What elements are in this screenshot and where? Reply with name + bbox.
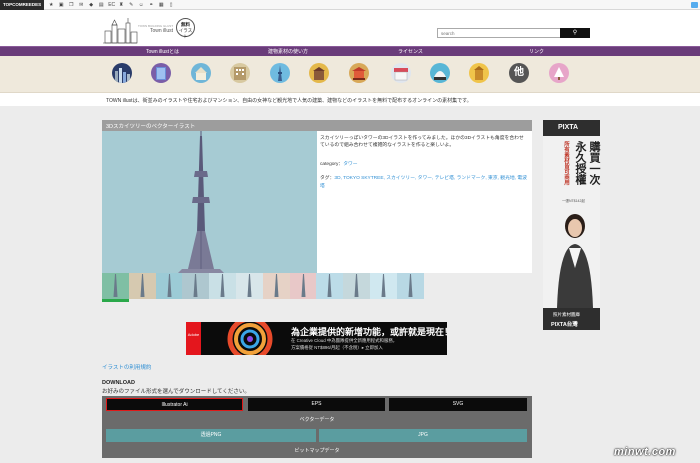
search-box: [437, 28, 561, 38]
tags-label: タグ：: [320, 176, 335, 181]
feed-icon[interactable]: ▤: [98, 2, 104, 8]
ad-person-photo: [557, 214, 593, 308]
thumbnail[interactable]: [396, 273, 424, 299]
folder-icon[interactable]: ◆: [88, 2, 94, 8]
download-subtitle: お好みのファイル形式を選んでダウンロードしてください。: [102, 389, 250, 395]
category-label: category：: [320, 162, 344, 167]
house-icon[interactable]: [191, 63, 211, 83]
free-badge-line2: イラスト: [178, 28, 193, 39]
thumbnail[interactable]: [235, 273, 263, 299]
main-nav: Town illustとは 建物素材の使い方 ライセンス リンク: [0, 46, 700, 56]
download-png-button[interactable]: 透過PNG: [106, 429, 316, 442]
article-title: 3Dスカイツリーのベクターイラスト: [106, 124, 196, 130]
copy-icon[interactable]: ❐: [68, 2, 74, 8]
grid-icon[interactable]: ▦: [158, 2, 164, 8]
temple-icon[interactable]: [349, 63, 369, 83]
thumbnail[interactable]: [128, 273, 156, 299]
thumbnail[interactable]: [209, 273, 236, 299]
thumbnail[interactable]: [369, 273, 397, 299]
thumbnail[interactable]: [343, 273, 370, 299]
other-icon[interactable]: 他: [509, 63, 529, 83]
browser-toolbar: TOPCOMREEDES ★ ▣ ❐ ✉ ◆ ▤ EC ♜ ✎ ☺ ⚭ ▦ ▯: [0, 0, 700, 10]
search-icon: ⚲: [572, 30, 578, 36]
side-ad-col2: 永久授權: [574, 141, 586, 185]
side-ad-price: 一張NT$142起: [562, 199, 585, 203]
thumbnail-strip: [102, 273, 424, 299]
search-button[interactable]: ⚲: [560, 28, 590, 38]
book-icon[interactable]: ▯: [168, 2, 174, 8]
ec-icon[interactable]: EC: [108, 2, 115, 8]
tower-icon[interactable]: [270, 63, 290, 83]
other-icon-label: 他: [514, 67, 524, 78]
tree-icon[interactable]: [549, 63, 569, 83]
article-tags: タグ：3D, TOKYO SKYTREE, スカイツリー, タワー, テレビ塔,…: [320, 175, 528, 191]
bookmark-icon[interactable]: ▣: [58, 2, 64, 8]
twitter-icon[interactable]: [691, 2, 698, 8]
logo-text[interactable]: Town illust: [150, 28, 173, 34]
article-category: category：タワー: [320, 160, 358, 167]
active-thumbnail-indicator: [102, 299, 129, 302]
ad-line-1: 在 Creative Cloud 中為團隊提供全新應用程式和服務，: [291, 338, 398, 343]
download-jpg-button[interactable]: JPG: [319, 429, 527, 442]
thumbnail[interactable]: [262, 273, 290, 299]
adobe-ad-banner[interactable]: Adobe 為企業提供的新增功能，或許就是現在！ 在 Creative Clou…: [186, 322, 447, 355]
bag-icon[interactable]: ♜: [118, 2, 124, 8]
bitmap-data-label: ビットマップデータ: [294, 448, 340, 454]
terms-link[interactable]: イラストの利用規約: [102, 363, 151, 371]
download-ai-button[interactable]: Illustrator Ai: [106, 398, 243, 411]
category-link[interactable]: タワー: [343, 162, 357, 167]
site-intro-text: TOWN illustは、街並みのイラストや住宅およびマンション、自由の女神など…: [106, 98, 472, 104]
mansion-icon[interactable]: [230, 63, 250, 83]
side-ad-col3: 所有素材皆可商用: [563, 141, 569, 185]
free-illust-badge: 無料 イラスト: [176, 18, 195, 39]
article-description: スカイツリーっぽいタワーの3Dイラストを作ってみました。ほかの3Dイラストも角度…: [320, 136, 524, 148]
shrine-icon[interactable]: [469, 63, 489, 83]
download-eps-button[interactable]: EPS: [248, 398, 385, 411]
side-ad-footer-text1: 照片素材圖庫: [553, 312, 580, 317]
side-ad-footer-text2: PIXTA台灣: [551, 322, 578, 328]
toolbar-icons: ★ ▣ ❐ ✉ ◆ ▤ EC ♜ ✎ ☺ ⚭ ▦ ▯: [48, 2, 174, 8]
link-icon[interactable]: ⚭: [148, 2, 154, 8]
toolbar-brand[interactable]: TOPCOMREEDES: [0, 0, 45, 10]
watermark: minwt.com: [614, 446, 676, 458]
thumbnail[interactable]: [316, 273, 344, 299]
ad-line-2: 方案價格從 NT$896/月起（不含稅）▸ 立即加入: [291, 345, 383, 350]
pencil-icon[interactable]: ✎: [128, 2, 134, 8]
shop-icon[interactable]: [391, 63, 411, 83]
skytree-illustration: [102, 131, 317, 273]
vector-data-label: ベクターデータ: [299, 417, 335, 423]
thumbnail[interactable]: [155, 273, 183, 299]
ad-swirl-graphic: [227, 322, 273, 355]
thumbnail[interactable]: [289, 273, 317, 299]
search-input[interactable]: [437, 28, 561, 38]
download-svg-button[interactable]: SVG: [389, 398, 527, 411]
building-icon[interactable]: [151, 63, 171, 83]
thumbnail[interactable]: [182, 273, 210, 299]
dome-icon[interactable]: [430, 63, 450, 83]
pixta-logo: PIXTA: [558, 124, 579, 131]
comment-icon[interactable]: ✉: [78, 2, 84, 8]
adobe-logo: Adobe: [186, 322, 201, 355]
castle-icon[interactable]: [309, 63, 329, 83]
city-icon[interactable]: [112, 63, 132, 83]
ad-headline: 為企業提供的新增功能，或許就是現在！: [291, 327, 447, 337]
smile-icon[interactable]: ☺: [138, 2, 144, 8]
download-title: DOWNLOAD: [102, 380, 135, 386]
article-detail-panel: [317, 131, 532, 273]
star-icon[interactable]: ★: [48, 2, 54, 8]
tag-links[interactable]: 3D, TOKYO SKYTREE, スカイツリー, タワー, テレビ塔, ラン…: [320, 176, 527, 189]
side-ad-col1: 購買一次: [588, 141, 600, 185]
thumbnail[interactable]: [102, 273, 129, 299]
